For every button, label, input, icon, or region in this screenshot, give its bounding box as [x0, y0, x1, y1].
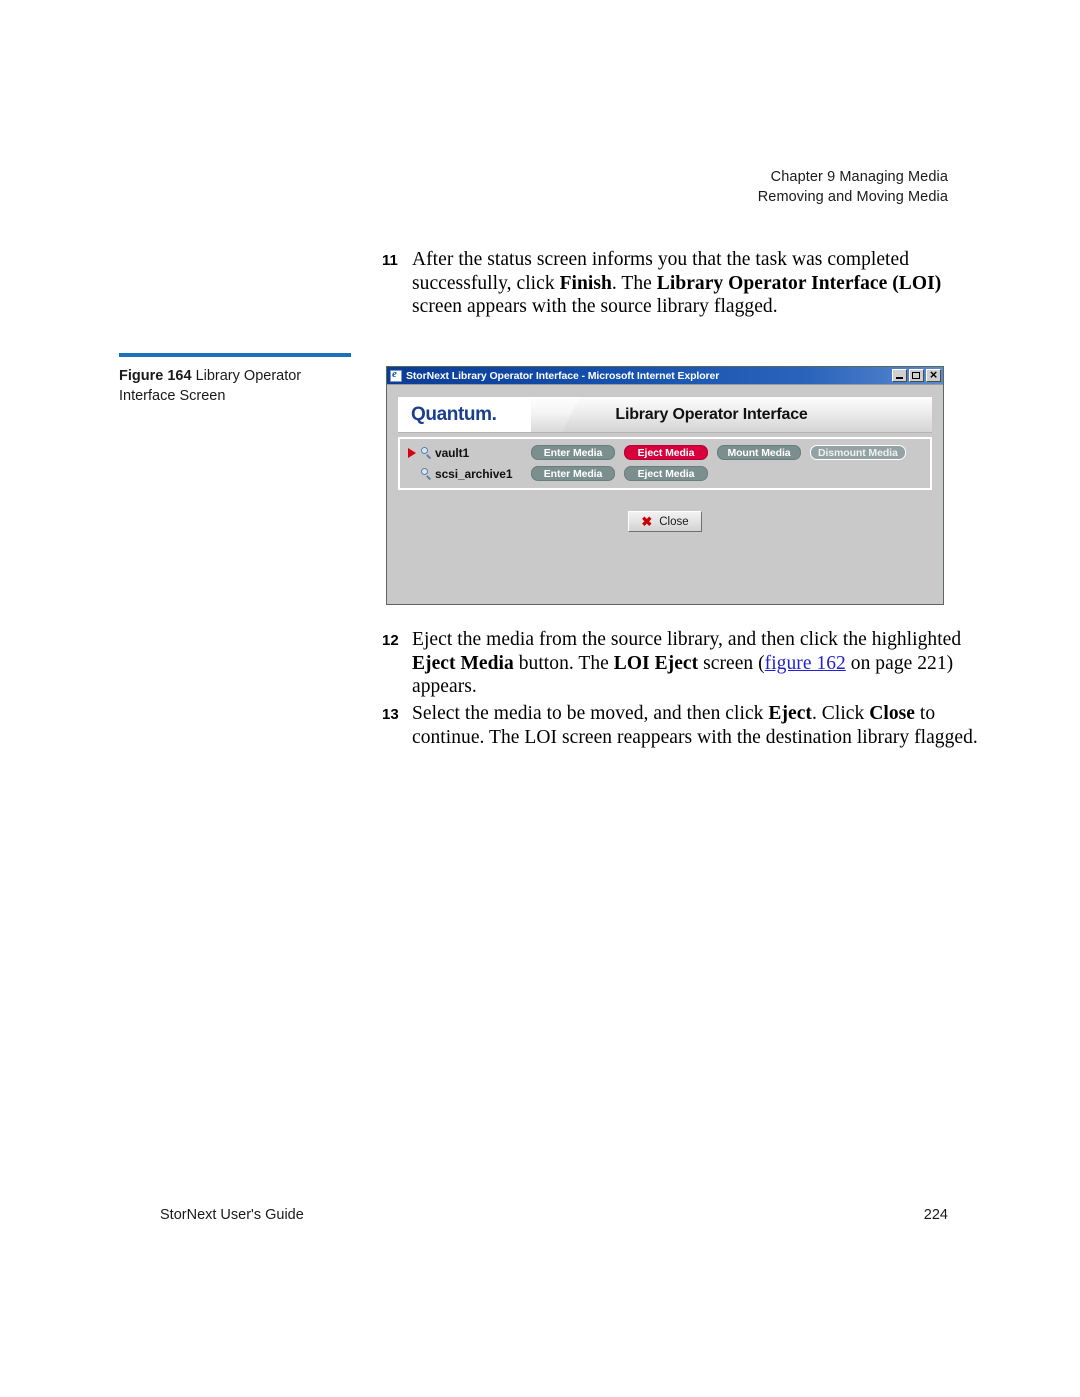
- emphasis-text: Finish: [559, 272, 612, 294]
- close-button-wrap: ✖ Close: [398, 511, 932, 532]
- figure-label: Figure 164: [119, 368, 192, 384]
- close-icon[interactable]: [926, 367, 941, 383]
- page-header: Chapter 9 Managing Media Removing and Mo…: [758, 168, 948, 207]
- step-item-12: 12 Eject the media from the source libra…: [382, 628, 982, 699]
- enter-media-button[interactable]: Enter Media: [531, 445, 615, 460]
- quantum-logo: Quantum.: [398, 397, 531, 432]
- library-row-scsi-archive1[interactable]: scsi_archive1 Enter Media Eject Media: [405, 464, 925, 483]
- browser-titlebar[interactable]: StorNext Library Operator Interface - Mi…: [387, 367, 943, 384]
- emphasis-text: Eject: [768, 703, 812, 724]
- banner-background: Library Operator Interface: [531, 397, 932, 432]
- eject-media-button[interactable]: Eject Media: [624, 445, 708, 460]
- footer-guide-title: StorNext User's Guide: [160, 1207, 304, 1223]
- plain-text: screen (: [698, 652, 765, 674]
- plain-text: Eject the media from the source library,…: [412, 629, 962, 650]
- step-text: Select the media to be moved, and then c…: [412, 702, 982, 749]
- plain-text: . Click: [811, 703, 870, 724]
- mount-media-button[interactable]: Mount Media: [717, 445, 801, 460]
- step-text: Eject the media from the source library,…: [412, 628, 982, 699]
- close-button[interactable]: ✖ Close: [628, 511, 702, 532]
- step-number: 13: [382, 706, 399, 723]
- dismount-media-button[interactable]: Dismount Media: [810, 445, 906, 460]
- close-button-label: Close: [659, 515, 689, 528]
- footer-page-number: 224: [923, 1207, 948, 1223]
- plain-text: screen appears with the source library f…: [412, 296, 778, 317]
- step-number: 11: [382, 252, 398, 269]
- page-header-chapter: Chapter 9 Managing Media: [770, 169, 948, 185]
- emphasis-text: LOI Eject: [613, 652, 699, 674]
- step-item-13: 13 Select the media to be moved, and the…: [382, 702, 982, 749]
- window-controls: [892, 367, 941, 383]
- library-row-vault1[interactable]: vault1 Enter Media Eject Media Mount Med…: [405, 443, 925, 462]
- step-item-11: 11 After the status screen informs you t…: [382, 248, 972, 319]
- flag-cell: [405, 447, 419, 458]
- plain-text: . The: [611, 272, 657, 294]
- eject-media-button[interactable]: Eject Media: [624, 466, 708, 481]
- plain-text: button. The: [513, 652, 614, 674]
- cross-reference-link[interactable]: figure 162: [765, 653, 846, 674]
- minimize-icon[interactable]: [892, 369, 907, 382]
- internet-explorer-icon: [390, 368, 402, 382]
- emphasis-text: Close: [869, 703, 915, 724]
- figure-caption-text: Figure 164 Library Operator Interface Sc…: [119, 366, 351, 406]
- step-text: After the status screen informs you that…: [412, 248, 972, 319]
- loi-banner: Quantum. Library Operator Interface: [398, 397, 932, 433]
- page-footer: StorNext User's Guide 224: [160, 1207, 948, 1223]
- emphasis-text: Library Operator Interface (LOI): [656, 272, 942, 294]
- emphasis-text: Eject Media: [412, 652, 514, 674]
- library-name: scsi_archive1: [435, 466, 513, 481]
- browser-title: StorNext Library Operator Interface - Mi…: [406, 369, 720, 382]
- browser-content: Quantum. Library Operator Interface vaul…: [387, 384, 943, 604]
- red-x-icon: ✖: [641, 514, 653, 529]
- library-list-panel: vault1 Enter Media Eject Media Mount Med…: [398, 437, 932, 490]
- browser-window: StorNext Library Operator Interface - Mi…: [386, 366, 944, 605]
- plain-text: Select the media to be moved, and then c…: [412, 703, 769, 724]
- magnifier-icon[interactable]: [419, 446, 435, 460]
- figure-rule: [119, 353, 351, 357]
- library-name: vault1: [435, 445, 470, 460]
- enter-media-button[interactable]: Enter Media: [531, 466, 615, 481]
- page-header-section: Removing and Moving Media: [757, 188, 948, 205]
- library-actions: Enter Media Eject Media Mount Media Dism…: [531, 445, 906, 460]
- flag-triangle-icon: [408, 447, 416, 458]
- figure-caption: Figure 164 Library Operator Interface Sc…: [119, 353, 351, 406]
- step-number: 12: [382, 632, 399, 649]
- maximize-icon[interactable]: [909, 369, 924, 382]
- library-actions: Enter Media Eject Media: [531, 466, 708, 481]
- loi-title: Library Operator Interface: [615, 405, 808, 423]
- magnifier-icon[interactable]: [419, 467, 435, 481]
